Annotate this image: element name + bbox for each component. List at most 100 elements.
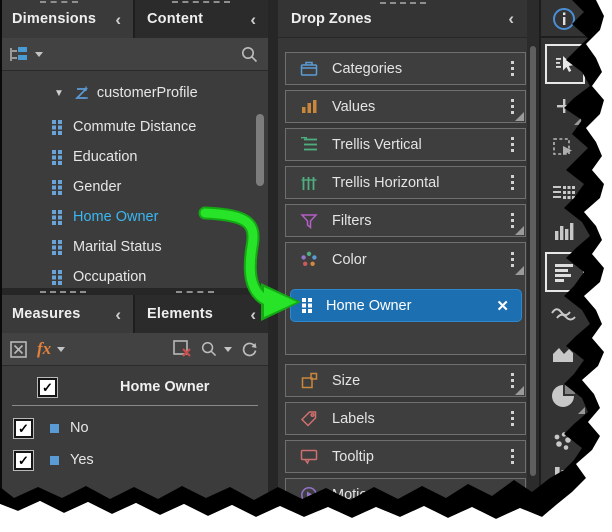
categories-icon [299, 60, 319, 77]
tree-view-dropdown-caret-icon[interactable] [35, 52, 43, 57]
drop-zones-title: Drop Zones [291, 11, 372, 27]
filters-icon [299, 213, 319, 229]
submenu-grip [576, 365, 583, 372]
tool-pivot-table[interactable] [545, 178, 583, 210]
drop-zone-trellis-vertical[interactable]: Trellis Vertical [285, 128, 526, 161]
drop-zones-scrollbar[interactable] [527, 0, 539, 510]
search-icon[interactable] [201, 341, 217, 357]
zone-resize-grip[interactable] [515, 266, 524, 275]
kebab-menu-icon[interactable] [508, 484, 517, 505]
collapse-chevron-icon[interactable]: ‹ [250, 11, 256, 28]
tab-content[interactable]: Content ‹ [133, 0, 268, 38]
measure-group-label: Home Owner [120, 379, 209, 395]
drop-zone-categories[interactable]: Categories [285, 52, 526, 85]
zone-label: Size [332, 373, 508, 389]
color-chip-home-owner[interactable]: Home Owner ✕ [290, 289, 522, 322]
field-icon [52, 180, 62, 195]
tree-field-marital-status[interactable]: Marital Status [52, 232, 162, 262]
color-swatch [50, 424, 59, 433]
drop-zone-size[interactable]: Size [285, 364, 526, 397]
clear-filter-icon[interactable] [173, 340, 192, 358]
tree-view-icon[interactable] [10, 47, 28, 62]
torn-stitch-mark [172, 1, 230, 3]
expander-icon[interactable]: ▼ [54, 88, 64, 99]
chip-label: Home Owner [326, 298, 496, 314]
measure-value-row-no[interactable]: ✓ No [14, 413, 89, 443]
search-dropdown-caret-icon[interactable] [224, 347, 232, 352]
drop-zone-motion[interactable]: Motion [285, 478, 526, 511]
tool-rectangle-select[interactable] [545, 132, 583, 164]
search-icon[interactable] [241, 46, 258, 63]
refresh-icon[interactable] [241, 341, 258, 358]
zone-label: Tooltip [332, 449, 508, 465]
tab-dimensions[interactable]: Dimensions ‹ [0, 0, 133, 38]
collapse-chevron-icon[interactable]: ‹ [250, 306, 256, 323]
zone-resize-grip[interactable] [515, 386, 524, 395]
drop-zones-panel: Drop Zones ‹ Categories Values [278, 0, 527, 510]
tab-elements[interactable]: Elements ‹ [133, 295, 268, 333]
drop-zone-values[interactable]: Values [285, 90, 526, 123]
tree-node-root[interactable]: ▼ customerProfile [54, 78, 198, 108]
kebab-menu-icon[interactable] [508, 172, 517, 193]
drop-zone-labels[interactable]: Labels [285, 402, 526, 435]
tree-root-label[interactable]: customerProfile [97, 85, 198, 101]
formula-dropdown-caret-icon[interactable] [57, 347, 65, 352]
deselect-all-icon[interactable] [10, 341, 27, 358]
collapse-chevron-icon[interactable]: ‹ [508, 10, 514, 27]
kebab-menu-icon[interactable] [508, 408, 517, 429]
measure-value-label: Yes [70, 452, 94, 468]
tree-field-home-owner[interactable]: Home Owner [52, 202, 158, 232]
scrollbar-thumb[interactable] [530, 46, 536, 476]
info-icon[interactable] [545, 3, 583, 35]
field-icon [52, 240, 62, 255]
hierarchy-icon [73, 85, 90, 102]
zone-resize-grip[interactable] [515, 112, 524, 121]
collapse-chevron-icon[interactable]: ‹ [115, 11, 121, 28]
checkbox-yes[interactable]: ✓ [14, 451, 33, 470]
zone-label: Trellis Horizontal [332, 175, 508, 191]
field-icon [52, 270, 62, 285]
window-left-edge [0, 0, 2, 500]
kebab-menu-icon[interactable] [508, 58, 517, 79]
tree-field-education[interactable]: Education [52, 142, 138, 172]
tree-field-occupation[interactable]: Occupation [52, 262, 146, 292]
tool-add[interactable] [545, 90, 583, 122]
drop-zone-tooltip[interactable]: Tooltip [285, 440, 526, 473]
tool-bar-chart[interactable] [545, 252, 585, 292]
tree-field-commute-distance[interactable]: Commute Distance [52, 112, 196, 142]
kebab-menu-icon[interactable] [508, 134, 517, 155]
tool-line-chart[interactable] [545, 298, 583, 330]
drop-zone-trellis-horizontal[interactable]: Trellis Horizontal [285, 166, 526, 199]
tool-scatter-chart[interactable] [545, 426, 583, 458]
tool-pie-chart[interactable] [545, 380, 583, 412]
tab-measures[interactable]: Measures ‹ [0, 295, 133, 333]
tool-pointer[interactable] [545, 44, 585, 84]
drop-zone-color[interactable]: Color Home Owner ✕ [285, 242, 526, 355]
measure-value-row-yes[interactable]: ✓ Yes [14, 445, 94, 475]
zone-resize-grip[interactable] [515, 226, 524, 235]
field-icon [52, 120, 62, 135]
checkbox-no[interactable]: ✓ [14, 419, 33, 438]
torn-stitch-mark [176, 291, 214, 293]
measure-group-row[interactable]: ✓ Home Owner [38, 372, 209, 402]
tree-field-gender[interactable]: Gender [52, 172, 121, 202]
checkbox-home-owner[interactable]: ✓ [38, 378, 57, 397]
app-window: Dimensions ‹ Content ‹ [0, 0, 612, 532]
dimensions-tree: ▼ customerProfile Commute Distance Educa… [0, 72, 268, 288]
size-icon [299, 372, 319, 389]
tool-area-chart[interactable] [545, 338, 583, 370]
remove-chip-icon[interactable]: ✕ [496, 297, 509, 315]
tooltip-icon [299, 448, 319, 465]
tool-column-chart[interactable] [545, 216, 583, 248]
zone-label: Values [332, 99, 508, 115]
tool-stacked-column-chart[interactable] [545, 462, 583, 494]
tree-scrollbar-thumb[interactable] [256, 114, 264, 186]
formula-icon[interactable]: fx [37, 339, 51, 359]
collapse-chevron-icon[interactable]: ‹ [115, 306, 121, 323]
panel-separator-vertical [268, 0, 278, 500]
color-icon [299, 251, 319, 268]
zone-label: Trellis Vertical [332, 137, 508, 153]
drop-zones-header: Drop Zones ‹ [278, 0, 527, 38]
drop-zone-filters[interactable]: Filters [285, 204, 526, 237]
kebab-menu-icon[interactable] [508, 446, 517, 467]
